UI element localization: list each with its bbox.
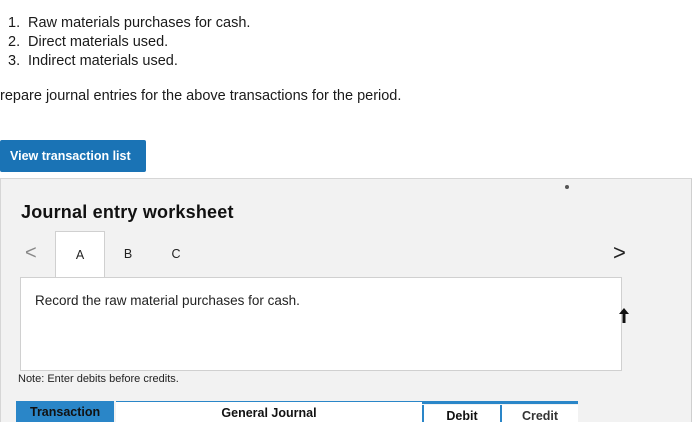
dot-marker (565, 185, 569, 189)
tab-c[interactable]: C (163, 231, 189, 277)
chevron-right-icon[interactable]: > (613, 242, 626, 264)
column-header-transaction: Transaction (16, 401, 114, 422)
column-header-credit: Credit (500, 405, 578, 422)
instruction-text: repare journal entries for the above tra… (0, 88, 402, 104)
transaction-item-3: 3. Indirect materials used. (8, 53, 178, 69)
transaction-item-1: 1. Raw materials purchases for cash. (8, 15, 251, 31)
tab-b[interactable]: B (115, 231, 141, 277)
view-transaction-list-button[interactable]: View transaction list (0, 140, 146, 172)
tab-a[interactable]: A (55, 231, 105, 278)
worksheet-title: Journal entry worksheet (21, 202, 234, 222)
transaction-text: Indirect materials used. (28, 53, 178, 69)
column-header-general-journal: General Journal (116, 401, 422, 422)
note-text: Note: Enter debits before credits. (18, 373, 179, 385)
journal-table-header: Transaction General Journal Debit Credit (16, 401, 578, 422)
chevron-left-icon[interactable]: < (25, 243, 37, 263)
transaction-item-2: 2. Direct materials used. (8, 34, 169, 50)
transaction-list: 1. Raw materials purchases for cash. 2. Di… (8, 14, 250, 71)
page: 1. Raw materials purchases for cash. 2. Di… (0, 0, 700, 422)
prompt-box: Record the raw material purchases for ca… (20, 277, 622, 371)
prompt-text: Record the raw material purchases for ca… (35, 293, 300, 308)
mouse-cursor-icon (619, 308, 629, 323)
transaction-text: Direct materials used. (28, 34, 169, 50)
journal-entry-worksheet: Journal entry worksheet < A B C > Record… (0, 178, 692, 422)
column-header-debit: Debit (422, 405, 500, 422)
transaction-text: Raw materials purchases for cash. (28, 15, 251, 31)
